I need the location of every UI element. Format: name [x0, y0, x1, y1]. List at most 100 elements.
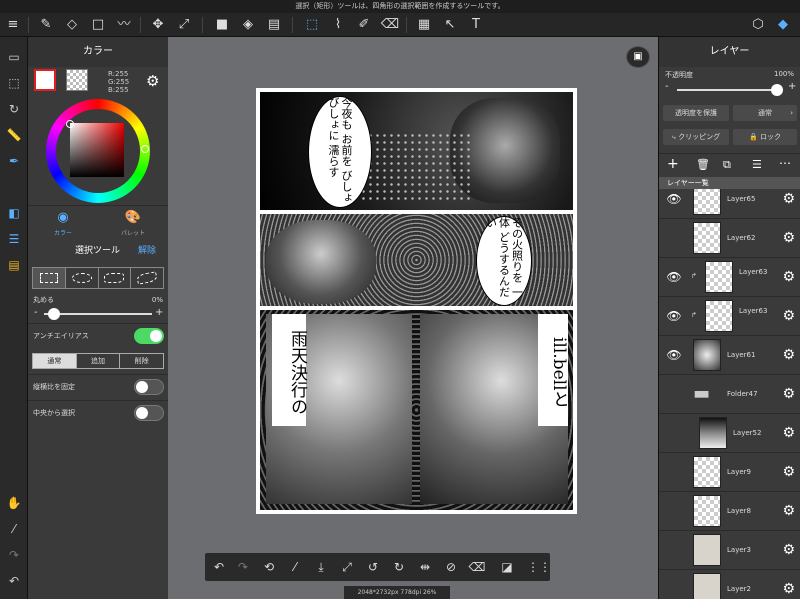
opacity-slider[interactable] — [677, 89, 781, 91]
flip-icon[interactable]: ⇹ — [415, 557, 435, 577]
layer-row[interactable]: Layer52 ⚙ — [659, 413, 800, 452]
select-pen-tool-icon[interactable]: ✐ — [354, 15, 374, 35]
protect-alpha-button[interactable]: 透明度を保護 — [663, 105, 729, 121]
gear-icon[interactable]: ⚙ — [782, 268, 795, 286]
eyedropper-icon[interactable]: ⁄ — [4, 519, 24, 539]
rotate-right-icon[interactable]: ↻ — [389, 557, 409, 577]
canvas[interactable]: 今夜も お前を びしょびしょに 濡らす その火照りを 一体 どうするんだい 雨天… — [256, 88, 577, 514]
gear-icon[interactable]: ⚙ — [782, 424, 795, 442]
layers-icon[interactable]: ◆ — [773, 15, 793, 35]
redo-icon[interactable]: ↷ — [4, 545, 24, 565]
rotate-left-icon[interactable]: ↺ — [363, 557, 383, 577]
tab-color[interactable]: ◉ カラー — [28, 206, 98, 238]
color-settings-gear-icon[interactable]: ⚙ — [146, 72, 159, 90]
undo-icon[interactable]: ↶ — [4, 571, 24, 591]
opacity-plus[interactable]: + — [788, 81, 796, 92]
material-icon[interactable]: ⬡ — [748, 15, 768, 35]
fill-color-icon[interactable]: ■ — [212, 15, 232, 35]
selection-icon[interactable]: ⬚ — [4, 73, 24, 93]
ruler-icon[interactable]: 📏 — [4, 125, 24, 145]
rotate-icon[interactable]: ↻ — [4, 99, 24, 119]
layer-row[interactable]: Layer8 ⚙ — [659, 491, 800, 530]
mode-normal[interactable]: 通常 — [33, 354, 77, 368]
layer-row[interactable]: 👁 Layer61 ⚙ — [659, 335, 800, 374]
layer-properties-icon[interactable]: ☰ — [752, 158, 762, 171]
menu-button[interactable]: ≡ — [3, 15, 23, 35]
more-options-icon[interactable]: ⋯ — [779, 156, 791, 170]
export-icon[interactable]: ⤢ — [337, 557, 357, 577]
lasso-tool-icon[interactable]: ⌇ — [328, 15, 348, 35]
blend-mode-button[interactable]: 通常 › — [733, 105, 797, 121]
frame-tool-icon[interactable]: ▦ — [414, 15, 434, 35]
text-tool-icon[interactable]: T — [466, 15, 486, 35]
layer-row[interactable]: 👁 ↱ Layer63 ⚙ — [659, 257, 800, 296]
transform-icon[interactable]: ⟲ — [259, 557, 279, 577]
import-icon[interactable]: ⤓ — [311, 557, 331, 577]
clear-selection-icon[interactable]: ⌫ — [467, 557, 487, 577]
eyedropper-icon[interactable]: ⁄ — [285, 557, 305, 577]
gradient-tool-icon[interactable]: ▤ — [264, 15, 284, 35]
layer-row[interactable]: Layer3 ⚙ — [659, 530, 800, 569]
eye-icon[interactable]: 👁 — [665, 309, 683, 323]
snap-icon[interactable]: ◪ — [497, 557, 517, 577]
bucket-tool-icon[interactable]: ◈ — [238, 15, 258, 35]
layer-row[interactable]: 👁 ↱ Layer63 ⚙ — [659, 296, 800, 335]
grid-icon[interactable]: ⋮⋮ — [527, 557, 551, 577]
gear-icon[interactable]: ⚙ — [782, 541, 795, 559]
pen-icon[interactable]: ✒ — [4, 151, 24, 171]
sub-color-swatch[interactable] — [66, 69, 88, 91]
gear-icon[interactable]: ⚙ — [782, 229, 795, 247]
gear-icon[interactable]: ⚙ — [782, 190, 795, 208]
color-panel-icon[interactable]: ◧ — [4, 203, 24, 223]
lock-button[interactable]: 🔒 ロック — [733, 129, 797, 145]
add-layer-icon[interactable]: + — [667, 156, 679, 172]
select-cancel-button[interactable]: 解除 — [138, 240, 156, 262]
eye-icon[interactable]: 👁 — [665, 270, 683, 284]
reset-view-icon[interactable]: ⊘ — [441, 557, 461, 577]
duplicate-layer-icon[interactable]: ⧉ — [723, 158, 731, 172]
antialias-toggle[interactable] — [134, 328, 164, 344]
ellipse-select-option[interactable] — [66, 268, 99, 288]
pages-icon[interactable]: ▭ — [4, 47, 24, 67]
navigator-button[interactable]: ▣ — [626, 46, 650, 68]
rect-select-option[interactable] — [33, 268, 66, 288]
saturation-square[interactable] — [70, 123, 124, 177]
gear-icon[interactable]: ⚙ — [782, 463, 795, 481]
from-center-toggle[interactable] — [134, 405, 164, 421]
move-tool-icon[interactable]: ✥ — [148, 15, 168, 35]
lasso-select-option[interactable] — [131, 268, 163, 288]
round-slider[interactable] — [44, 313, 152, 315]
layer-row[interactable]: 👁 Layer65 ⚙ — [659, 189, 800, 218]
round-slider-knob[interactable] — [48, 308, 60, 320]
select-eraser-tool-icon[interactable]: ⌫ — [380, 15, 400, 35]
correction-tool-icon[interactable]: 〰 — [114, 15, 134, 35]
brush-tool-icon[interactable]: ✎ — [36, 15, 56, 35]
clipping-button[interactable]: ⤷ クリッピング — [663, 129, 729, 145]
polygon-select-option[interactable] — [99, 268, 132, 288]
opacity-minus[interactable]: - — [665, 81, 669, 92]
opacity-slider-knob[interactable] — [771, 84, 783, 96]
select-rect-tool-icon[interactable]: ⬚ — [302, 15, 322, 35]
eye-icon[interactable]: 👁 — [665, 192, 683, 206]
gear-icon[interactable]: ⚙ — [782, 346, 795, 364]
eraser-tool-icon[interactable]: ◇ — [62, 15, 82, 35]
round-minus[interactable]: - — [34, 307, 38, 318]
hue-knob[interactable] — [66, 120, 74, 128]
transform-tool-icon[interactable]: ⤢ — [174, 15, 194, 35]
fix-ratio-toggle[interactable] — [134, 379, 164, 395]
tab-palette[interactable]: 🎨 パレット — [98, 206, 168, 238]
gear-icon[interactable]: ⚙ — [782, 307, 795, 325]
object-tool-icon[interactable]: ↖ — [440, 15, 460, 35]
mode-delete[interactable]: 削除 — [120, 354, 163, 368]
shape-tool-icon[interactable]: □ — [88, 15, 108, 35]
main-color-swatch[interactable] — [34, 69, 56, 91]
gear-icon[interactable]: ⚙ — [782, 502, 795, 520]
layer-row[interactable]: Layer62 ⚙ — [659, 218, 800, 257]
palette-icon[interactable]: ▤ — [4, 255, 24, 275]
undo-icon[interactable]: ↶ — [209, 557, 229, 577]
eye-icon[interactable]: 👁 — [665, 348, 683, 362]
mode-add[interactable]: 追加 — [77, 354, 121, 368]
delete-layer-icon[interactable]: 🗑 — [696, 158, 710, 171]
gear-icon[interactable]: ⚙ — [782, 580, 795, 598]
layer-row[interactable]: Layer2 ⚙ — [659, 569, 800, 599]
